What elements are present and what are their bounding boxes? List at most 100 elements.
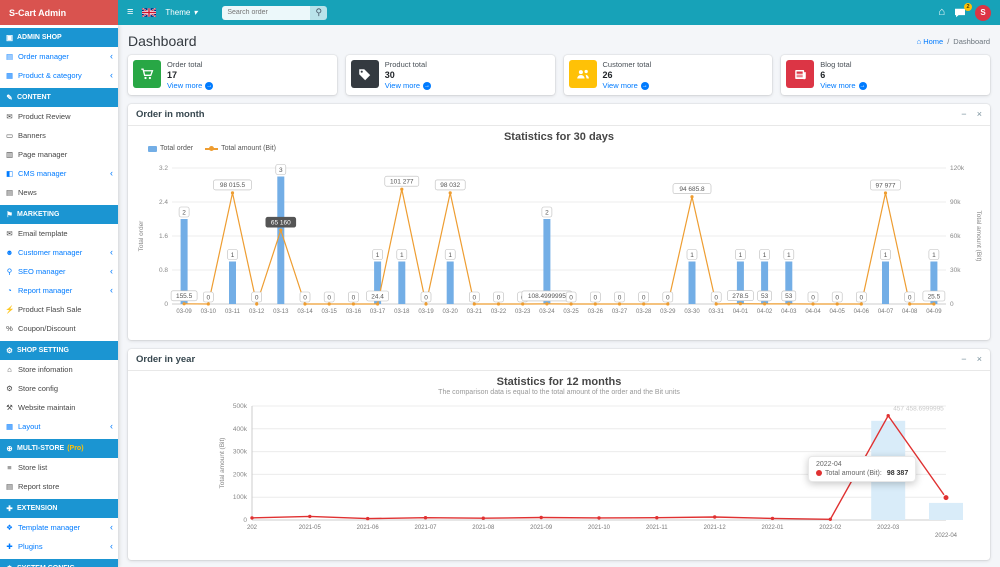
search-button[interactable]: ⚲ <box>310 5 328 20</box>
sidebar-item-store-config[interactable]: ⚙ Store config <box>0 379 118 398</box>
sidebar-item-product-flash-sale[interactable]: ⚡ Product Flash Sale <box>0 300 118 319</box>
card-title: Order in month <box>136 109 205 120</box>
marketing-icon: ⚑ <box>6 210 13 219</box>
sidebar-item-template-manager[interactable]: ❖ Template manager ‹ <box>0 518 118 537</box>
svg-text:04-08: 04-08 <box>902 309 918 315</box>
notifications-icon[interactable]: 2 <box>954 2 972 18</box>
order-month-chart[interactable]: 0 0 0.8 30k 1.6 60k 2.4 90k 3.2 120k Total order To… <box>134 152 984 338</box>
view-more-link[interactable]: View more → <box>603 81 652 90</box>
svg-text:03-28: 03-28 <box>636 309 652 315</box>
info-box-label: Customer total <box>602 60 652 69</box>
sidebar-item-store-infomation[interactable]: ⌂ Store infomation <box>0 360 118 379</box>
svg-text:03-26: 03-26 <box>588 309 604 315</box>
svg-text:0: 0 <box>666 294 670 301</box>
layout-icon: ▦ <box>5 422 14 431</box>
users-icon <box>568 60 597 88</box>
sidebar-item-email-template[interactable]: ✉ Email template <box>0 224 118 243</box>
sidebar-item-product-category[interactable]: ▦ Product & category ‹ <box>0 66 118 85</box>
sidebar-item-banners[interactable]: ▭ Banners <box>0 126 118 145</box>
sidebar-item-order-manager[interactable]: ▤ Order manager ‹ <box>0 47 118 66</box>
breadcrumb-home-link[interactable]: ⌂ Home <box>917 37 944 46</box>
cart-icon <box>133 60 161 88</box>
order-in-year-card: Order in year − × Statistics for 12 mont… <box>128 349 990 560</box>
theme-dropdown[interactable]: Theme ▾ <box>165 8 197 17</box>
sidebar-item-report-manager[interactable]: ◔ Report manager ‹ <box>0 281 118 300</box>
arrow-circle-icon: → <box>423 81 432 90</box>
svg-text:2022-04: 2022-04 <box>935 533 958 539</box>
svg-text:0: 0 <box>255 294 259 301</box>
maintain-icon: ⚒ <box>6 403 13 412</box>
svg-text:53: 53 <box>785 293 793 300</box>
svg-text:0: 0 <box>908 294 912 301</box>
close-button[interactable]: × <box>977 355 982 364</box>
search-input[interactable] <box>222 5 311 20</box>
svg-text:03-20: 03-20 <box>443 309 459 315</box>
svg-text:1.6: 1.6 <box>159 233 168 240</box>
sidebar-item-news[interactable]: ▤ News <box>0 183 118 202</box>
svg-text:03-24: 03-24 <box>539 309 555 315</box>
sidebar-item-product-review[interactable]: ✉ Product Review <box>0 107 118 126</box>
svg-text:2021-06: 2021-06 <box>357 525 380 531</box>
plugins-icon: ✚ <box>6 542 13 551</box>
sidebar-item-website-maintain[interactable]: ⚒ Website maintain <box>0 398 118 417</box>
svg-text:65 160: 65 160 <box>271 220 291 227</box>
svg-text:300k: 300k <box>233 449 248 456</box>
language-flag-icon[interactable] <box>142 8 157 17</box>
svg-text:04-03: 04-03 <box>781 309 797 315</box>
svg-text:04-02: 04-02 <box>757 309 773 315</box>
sidebar: ▣ ADMIN SHOP ▤ Order manager ‹ ▦ Product & cat… <box>0 25 118 567</box>
legend-item-total-order[interactable]: Total order <box>148 145 193 152</box>
card-title: Order in year <box>136 354 196 365</box>
collapse-button[interactable]: − <box>961 110 966 119</box>
svg-text:500k: 500k <box>233 403 248 410</box>
view-more-link[interactable]: View more → <box>167 81 214 90</box>
sidebar-item-seo-manager[interactable]: ⚲ SEO manager ‹ <box>0 262 118 281</box>
user-avatar[interactable]: S <box>975 4 991 21</box>
svg-text:04-05: 04-05 <box>830 309 846 315</box>
sidebar-section-marketing: ⚑ MARKETING <box>0 205 118 224</box>
order-year-chart[interactable]: 0 100k 200k 300k 400k 500k Total amount (Bit) 4… <box>134 396 984 558</box>
report-icon: ◔ <box>7 286 12 295</box>
view-more-link[interactable]: View more → <box>385 81 432 90</box>
svg-text:04-04: 04-04 <box>805 309 821 315</box>
svg-text:2021-09: 2021-09 <box>530 525 553 531</box>
sidebar-item-coupon-discount[interactable]: % Coupon/Discount <box>0 319 118 338</box>
brand[interactable]: S-Cart Admin <box>0 0 118 25</box>
sidebar-item-plugins[interactable]: ✚ Plugins ‹ <box>0 537 118 556</box>
page-title: Dashboard <box>128 33 197 49</box>
notification-badge: 2 <box>963 2 972 11</box>
sidebar-item-layout[interactable]: ▦ Layout ‹ <box>0 417 118 436</box>
legend-item-total-amount[interactable]: Total amount (Bit) <box>205 145 276 152</box>
setting-icon: ⚙ <box>6 346 13 355</box>
sidebar-item-cms-manager[interactable]: ◧ CMS manager ‹ <box>0 164 118 183</box>
sidebar-item-page-manager[interactable]: ▥ Page manager <box>0 145 118 164</box>
svg-text:03-25: 03-25 <box>563 309 579 315</box>
sidebar-toggle-icon[interactable]: ≡ <box>127 7 133 18</box>
svg-text:03-11: 03-11 <box>225 309 241 315</box>
email-icon: ✉ <box>6 229 13 238</box>
sidebar-item-store-list[interactable]: ≡ Store list <box>0 458 118 477</box>
close-button[interactable]: × <box>977 110 982 119</box>
seo-icon: ⚲ <box>6 267 13 276</box>
view-more-link[interactable]: View more → <box>820 81 867 90</box>
chevron-left-icon: ‹ <box>110 541 113 551</box>
sidebar-section-system-config: ⚙SYSTEM CONFIG <box>0 559 118 567</box>
chevron-left-icon: ‹ <box>110 247 113 257</box>
orders-icon: ▤ <box>5 52 14 61</box>
svg-text:108.4999995: 108.4999995 <box>528 293 566 300</box>
products-icon: ▦ <box>5 71 14 80</box>
svg-text:3.2: 3.2 <box>159 165 168 172</box>
home-icon[interactable]: ⌂ <box>938 7 945 18</box>
content-icon: ✎ <box>6 93 13 102</box>
sidebar-item-customer-manager[interactable]: ☻ Customer manager ‹ <box>0 243 118 262</box>
sidebar-item-report-store[interactable]: ▤ Report store <box>0 477 118 496</box>
info-box-customer-total: Customer total 26 View more → <box>563 55 773 95</box>
svg-text:03-31: 03-31 <box>709 309 725 315</box>
cms-icon: ◧ <box>5 169 14 178</box>
svg-text:53: 53 <box>761 293 769 300</box>
tag-icon <box>350 60 379 88</box>
svg-text:1: 1 <box>231 252 235 259</box>
svg-text:200k: 200k <box>233 471 248 478</box>
svg-text:03-12: 03-12 <box>249 309 265 315</box>
collapse-button[interactable]: − <box>961 355 966 364</box>
